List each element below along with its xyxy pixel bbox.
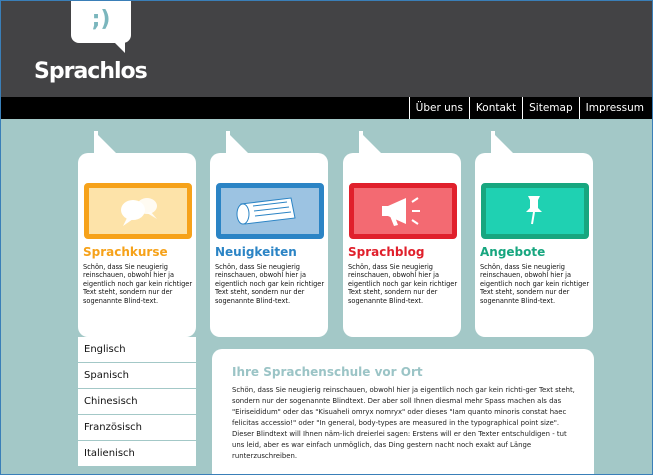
card-title: Sprachkurse <box>83 245 168 259</box>
content-title: Ihre Sprachenschule vor Ort <box>232 365 423 379</box>
nav-item-ueber-uns[interactable]: Über uns <box>408 97 469 119</box>
content-text: Schön, dass Sie neugierig reinschauen, o… <box>232 386 575 460</box>
card-text: Schön, dass Sie neugierig reinschauen, o… <box>215 263 325 305</box>
language-item-italienisch[interactable]: Italienisch <box>78 441 196 467</box>
card-angebote[interactable]: Angebote Schön, dass Sie neugierig reins… <box>475 131 593 337</box>
card-sprachblog[interactable]: Sprachblog Schön, dass Sie neugierig rei… <box>343 131 461 337</box>
card-title: Neuigkeiten <box>215 245 297 259</box>
pushpin-icon <box>481 183 589 239</box>
card-text: Schön, dass Sie neugierig reinschauen, o… <box>348 263 458 305</box>
speech-bubbles-icon <box>84 183 192 239</box>
site-header: ;) Sprachlos <box>1 1 652 97</box>
logo-speech-bubble-icon[interactable]: ;) <box>71 1 131 53</box>
card-text: Schön, dass Sie neugierig reinschauen, o… <box>83 263 193 305</box>
card-sprachkurse[interactable]: Sprachkurse Schön, dass Sie neugierig re… <box>78 131 196 337</box>
logo-wordmark[interactable]: Sprachlos <box>34 59 148 84</box>
newspaper-icon <box>216 183 324 239</box>
language-item-franzoesisch[interactable]: Französisch <box>78 415 196 441</box>
nav-item-kontakt[interactable]: Kontakt <box>468 97 522 119</box>
top-navigation: Über uns Kontakt Sitemap Impressum <box>1 97 652 119</box>
language-item-spanisch[interactable]: Spanisch <box>78 363 196 389</box>
card-title: Angebote <box>480 245 546 259</box>
card-title: Sprachblog <box>348 245 425 259</box>
language-item-chinesisch[interactable]: Chinesisch <box>78 389 196 415</box>
main-content: Ihre Sprachenschule vor Ort Schön, dass … <box>212 349 594 474</box>
language-list: Englisch Spanisch Chinesisch Französisch… <box>78 337 196 467</box>
language-item-englisch[interactable]: Englisch <box>78 337 196 363</box>
page: ;) Sprachlos Über uns Kontakt Sitemap Im… <box>0 0 653 475</box>
megaphone-icon <box>349 183 457 239</box>
nav-item-sitemap[interactable]: Sitemap <box>522 97 579 119</box>
nav-item-impressum[interactable]: Impressum <box>578 97 650 119</box>
logo-wink-glyph: ;) <box>91 7 111 32</box>
card-text: Schön, dass Sie neugierig reinschauen, o… <box>480 263 590 305</box>
card-neuigkeiten[interactable]: Neuigkeiten Schön, dass Sie neugierig re… <box>210 131 328 337</box>
